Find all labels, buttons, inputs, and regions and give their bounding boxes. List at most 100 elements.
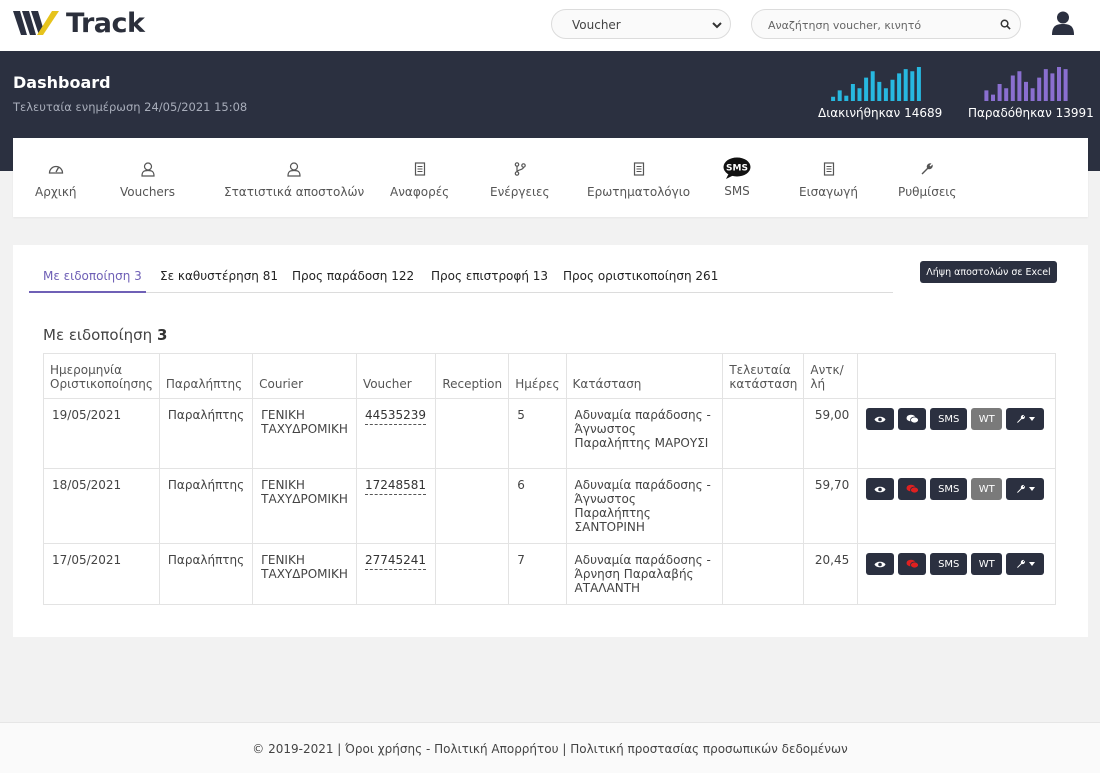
receipt-icon [414,162,425,176]
select-value: Voucher [572,18,621,32]
col-header-reception[interactable]: Reception [435,353,510,399]
chevron-down-icon [712,22,722,29]
user-account-icon[interactable] [1052,11,1074,35]
view-button[interactable] [866,553,895,575]
comments-icon [906,559,919,569]
spark-bar [1016,71,1021,101]
wrench-icon [921,163,933,175]
nav-item-questionnaire[interactable]: Ερωτηματολόγιο [587,160,690,199]
spark-bar [909,71,914,101]
spark-bar [843,95,848,101]
cell-reception [435,468,510,544]
cell-last-status [722,468,805,544]
col-header-status[interactable]: Κατάσταση [565,353,724,399]
comments-button[interactable] [898,478,927,500]
stat-moved-label: Διακινήθηκαν 14689 [818,106,943,120]
comments-button[interactable] [898,553,927,575]
view-button[interactable] [866,478,895,500]
cell-actions: SMS WT [857,398,1056,469]
caret-down-icon [1028,487,1035,491]
nav-item-vouchers[interactable]: Vouchers [120,160,175,199]
cell-cod: 59,00 [803,398,859,469]
table-row: 17/05/2021 Παραλήπτης ΓΕΝΙΚΗ ΤΑΧΥΔΡΟΜΙΚΗ 27… [43,543,1056,605]
tab-to-deliver[interactable]: Προς παράδοση 122 [292,269,414,283]
col-header-last-status[interactable]: Τελευταία κατάσταση [722,353,805,399]
spark-bar [1049,73,1054,101]
tab-notified[interactable]: Με ειδοποίηση 3 [43,269,142,283]
nav-item-reports[interactable]: Αναφορές [390,160,449,199]
sms-button[interactable]: SMS [930,408,968,430]
nav-item-settings[interactable]: Ρυθμίσεις [898,160,956,199]
wt-button[interactable]: WT [971,553,1003,575]
section-count: 3 [156,326,168,344]
nav-item-shipment-stats[interactable]: Στατιστικά αποστολών [224,160,364,199]
spark-bar [830,96,835,101]
sms-button[interactable]: SMS [930,553,968,575]
col-header-actions [857,353,1056,399]
spark-bar [896,73,901,101]
col-header-days[interactable]: Ημέρες [508,353,567,399]
voucher-link[interactable]: 17248581 [364,478,427,495]
comments-icon [906,414,919,424]
search-input[interactable] [768,16,988,34]
comments-button[interactable] [898,408,927,430]
user-outline-icon [140,161,155,177]
nav-item-import[interactable]: Εισαγωγή [799,160,858,199]
sms-button[interactable]: SMS [930,478,968,500]
sms-bubble-icon: SMS [723,157,751,179]
col-header-recipient[interactable]: Παραλήπτης [158,353,254,399]
table-row: 18/05/2021 Παραλήπτης ΓΕΝΙΚΗ ΤΑΧΥΔΡΟΜΙΚΗ 17… [43,468,1056,544]
nav-item-sms[interactable]: SMS SMS [723,157,751,198]
footer-text[interactable]: © 2019-2021 | Όροι χρήσης - Πολιτική Απο… [0,742,1100,756]
download-excel-button[interactable]: Λήψη αποστολών σε Excel [920,261,1057,283]
nav-item-home[interactable]: Αρχική [35,160,77,199]
cell-recipient: Παραλήπτης [158,543,254,605]
col-header-courier[interactable]: Courier [252,353,357,399]
wt-button[interactable]: WT [971,408,1003,430]
page-title: Dashboard [13,73,111,92]
cell-reception [435,398,510,469]
spark-bar [983,90,988,101]
col-header-voucher[interactable]: Voucher [355,353,437,399]
moved-sparkbars [830,67,921,101]
tab-to-finalize[interactable]: Προς οριστικοποίηση 261 [563,269,718,283]
cell-voucher: 17248581 [355,468,437,544]
cell-reception [435,543,510,605]
table-row: 19/05/2021 Παραλήπτης ΓΕΝΙΚΗ ΤΑΧΥΔΡΟΜΙΚΗ 44… [43,398,1056,469]
eye-icon [874,486,886,492]
nav-item-label: Ρυθμίσεις [898,185,957,199]
spark-bar [837,90,842,101]
search-icon[interactable] [1000,19,1011,30]
cell-cod: 20,45 [803,543,859,605]
nav-item-label: Αναφορές [390,185,450,199]
search-box [751,9,1021,39]
cell-recipient: Παραλήπτης [158,468,254,544]
voucher-link[interactable]: 44535239 [364,408,427,425]
wt-button[interactable]: WT [971,478,1003,500]
voucher-link[interactable]: 27745241 [364,553,427,570]
spark-bar [1056,67,1061,101]
tools-dropdown-button[interactable] [1006,478,1045,500]
cell-days: 7 [508,543,567,605]
cell-date: 17/05/2021 [43,543,160,605]
spark-bar [903,69,908,101]
tab-to-return[interactable]: Προς επιστροφή 13 [431,269,548,283]
col-header-date[interactable]: Ημερομηνία Οριστικοποίησης [43,353,160,399]
tools-dropdown-button[interactable] [1006,408,1045,430]
tools-dropdown-button[interactable] [1006,553,1045,575]
col-header-cod[interactable]: Αντκ/λή [803,353,859,399]
wrench-icon [1016,559,1025,568]
cell-voucher: 27745241 [355,543,437,605]
brand-name: Track [66,7,145,39]
section-title: Με ειδοποίηση 3 [43,326,168,344]
tab-delayed[interactable]: Σε καθυστέρηση 81 [160,269,278,283]
logo[interactable]: Track [13,7,145,39]
stat-delivered: Παραδόθηκαν 13991 [968,67,1094,120]
nav-item-actions[interactable]: Ενέργειες [490,160,550,199]
svg-text:SMS: SMS [726,164,748,174]
view-button[interactable] [866,408,895,430]
spark-bar [857,88,861,101]
search-type-select[interactable]: Voucher [551,9,731,39]
cell-status: Αδυναμία παράδοσης - Άγνωστος Παραλήπτης… [565,398,724,469]
spark-bar [876,81,881,101]
